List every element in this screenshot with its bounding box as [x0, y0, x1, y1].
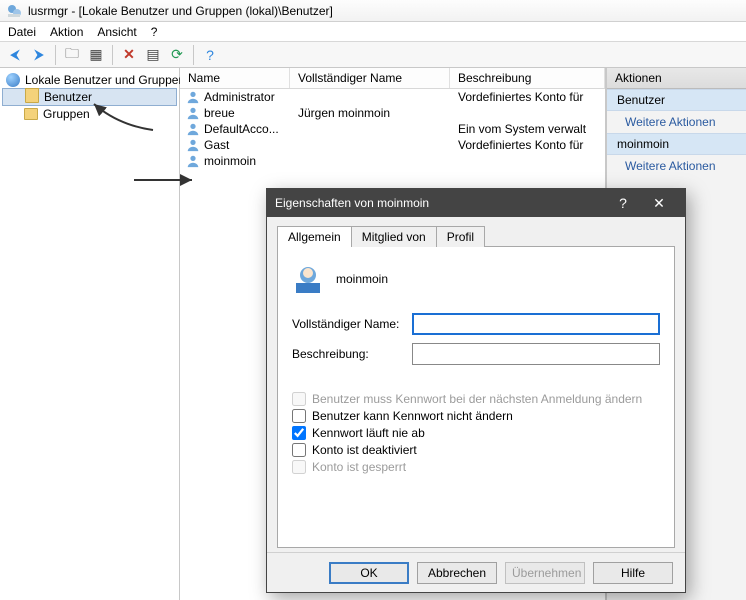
- tree-pane: Lokale Benutzer und Gruppen (lo Benutzer…: [0, 68, 180, 600]
- tree-users[interactable]: Benutzer: [2, 88, 177, 106]
- dialog-title: Eigenschaften von moinmoin: [275, 196, 429, 210]
- check-mustchange: Benutzer muss Kennwort bei der nächsten …: [292, 392, 660, 406]
- checkbox-neverexpires[interactable]: [292, 426, 306, 440]
- dialog-titlebar: Eigenschaften von moinmoin ? ✕: [267, 189, 685, 217]
- cell-name: Gast: [204, 138, 298, 152]
- tab-profile[interactable]: Profil: [436, 226, 485, 247]
- titlebar: lusrmgr - [Lokale Benutzer und Gruppen (…: [0, 0, 746, 22]
- cell-full: Jürgen moinmoin: [298, 106, 458, 120]
- tab-panel-general: moinmoin Vollständiger Name: Beschreibun…: [277, 246, 675, 548]
- user-icon: [186, 106, 200, 120]
- cell-desc: Vordefiniertes Konto für: [458, 90, 605, 104]
- checkbox-locked: [292, 460, 306, 474]
- menu-view[interactable]: Ansicht: [97, 25, 136, 39]
- up-icon[interactable]: 🗀: [61, 44, 83, 66]
- list-row[interactable]: Administrator Vordefiniertes Konto für: [180, 89, 605, 105]
- list-row[interactable]: breue Jürgen moinmoin: [180, 105, 605, 121]
- checkbox-disabled[interactable]: [292, 443, 306, 457]
- cell-desc: Ein vom System verwalt: [458, 122, 605, 136]
- label-desc: Beschreibung:: [292, 347, 412, 361]
- menu-action[interactable]: Aktion: [50, 25, 83, 39]
- tree-groups-label: Gruppen: [43, 107, 90, 121]
- input-desc[interactable]: [412, 343, 660, 365]
- tree-groups[interactable]: Gruppen: [2, 106, 177, 122]
- label-fullname: Vollständiger Name:: [292, 317, 412, 331]
- field-fullname: Vollständiger Name:: [292, 313, 660, 335]
- list-header: Name Vollständiger Name Beschreibung: [180, 68, 605, 89]
- list-row[interactable]: Gast Vordefiniertes Konto für: [180, 137, 605, 153]
- col-name[interactable]: Name: [180, 68, 290, 88]
- tree-users-label: Benutzer: [44, 90, 92, 104]
- dialog-body: Allgemein Mitglied von Profil moinmoin V…: [267, 217, 685, 552]
- dialog-help-icon[interactable]: ?: [605, 189, 641, 217]
- col-desc[interactable]: Beschreibung: [450, 68, 605, 88]
- dialog-buttons: OK Abbrechen Übernehmen Hilfe: [267, 552, 685, 592]
- toolbar: ⮜ ⮞ 🗀 ▦ ✕ ▤ ⟳ ?: [0, 42, 746, 68]
- actions-section-users: Benutzer: [607, 89, 746, 111]
- app-icon: [6, 3, 22, 19]
- tab-general[interactable]: Allgemein: [277, 226, 352, 247]
- user-icon: [186, 122, 200, 136]
- properties-icon[interactable]: ▦: [85, 44, 107, 66]
- cell-name: Administrator: [204, 90, 298, 104]
- label-neverexpires: Kennwort läuft nie ab: [312, 426, 425, 440]
- checkbox-mustchange: [292, 392, 306, 406]
- user-header: moinmoin: [292, 263, 660, 295]
- delete-icon[interactable]: ✕: [118, 44, 140, 66]
- cell-desc: Vordefiniertes Konto für: [458, 138, 605, 152]
- input-fullname[interactable]: [412, 313, 660, 335]
- checks-group: Benutzer muss Kennwort bei der nächsten …: [292, 389, 660, 477]
- label-mustchange: Benutzer muss Kennwort bei der nächsten …: [312, 392, 642, 406]
- menu-file[interactable]: Datei: [8, 25, 36, 39]
- label-locked: Konto ist gesperrt: [312, 460, 406, 474]
- toolbar-sep: [55, 45, 56, 65]
- menu-help[interactable]: ?: [151, 25, 158, 39]
- cell-name: DefaultAcco...: [204, 122, 298, 136]
- refresh-icon[interactable]: ⟳: [166, 44, 188, 66]
- help-icon[interactable]: ?: [199, 44, 221, 66]
- help-button[interactable]: Hilfe: [593, 562, 673, 584]
- cell-name: moinmoin: [204, 154, 298, 168]
- check-locked: Konto ist gesperrt: [292, 460, 660, 474]
- user-icon: [186, 138, 200, 152]
- field-desc: Beschreibung:: [292, 343, 660, 365]
- actions-section-selected: moinmoin: [607, 133, 746, 155]
- cancel-button[interactable]: Abbrechen: [417, 562, 497, 584]
- ok-button[interactable]: OK: [329, 562, 409, 584]
- label-disabled: Konto ist deaktiviert: [312, 443, 417, 457]
- label-cannotchange: Benutzer kann Kennwort nicht ändern: [312, 409, 513, 423]
- user-icon: [186, 154, 200, 168]
- properties-dialog: Eigenschaften von moinmoin ? ✕ Allgemein…: [266, 188, 686, 593]
- back-icon[interactable]: ⮜: [4, 44, 26, 66]
- group-root-icon: [6, 73, 20, 87]
- list-icon[interactable]: ▤: [142, 44, 164, 66]
- tabstrip: Allgemein Mitglied von Profil: [277, 226, 675, 247]
- forward-icon[interactable]: ⮞: [28, 44, 50, 66]
- menubar: Datei Aktion Ansicht ?: [0, 22, 746, 42]
- col-fullname[interactable]: Vollständiger Name: [290, 68, 450, 88]
- folder-icon: [24, 108, 38, 120]
- tree-root[interactable]: Lokale Benutzer und Gruppen (lo: [2, 72, 177, 88]
- toolbar-sep: [112, 45, 113, 65]
- window-title: lusrmgr - [Lokale Benutzer und Gruppen (…: [28, 4, 333, 18]
- folder-icon: [25, 91, 39, 103]
- list-row[interactable]: DefaultAcco... Ein vom System verwalt: [180, 121, 605, 137]
- cell-name: breue: [204, 106, 298, 120]
- dialog-close-icon[interactable]: ✕: [641, 189, 677, 217]
- check-neverexpires[interactable]: Kennwort läuft nie ab: [292, 426, 660, 440]
- actions-more-1[interactable]: Weitere Aktionen: [607, 111, 746, 133]
- toolbar-sep: [193, 45, 194, 65]
- apply-button[interactable]: Übernehmen: [505, 562, 585, 584]
- actions-header: Aktionen: [607, 68, 746, 89]
- user-name-label: moinmoin: [336, 272, 388, 286]
- check-disabled[interactable]: Konto ist deaktiviert: [292, 443, 660, 457]
- checkbox-cannotchange[interactable]: [292, 409, 306, 423]
- tree-root-label: Lokale Benutzer und Gruppen (lo: [25, 73, 202, 87]
- tab-memberof[interactable]: Mitglied von: [351, 226, 437, 247]
- user-icon: [186, 90, 200, 104]
- check-cannotchange[interactable]: Benutzer kann Kennwort nicht ändern: [292, 409, 660, 423]
- list-row[interactable]: moinmoin: [180, 153, 605, 169]
- actions-more-2[interactable]: Weitere Aktionen: [607, 155, 746, 177]
- user-large-icon: [292, 263, 324, 295]
